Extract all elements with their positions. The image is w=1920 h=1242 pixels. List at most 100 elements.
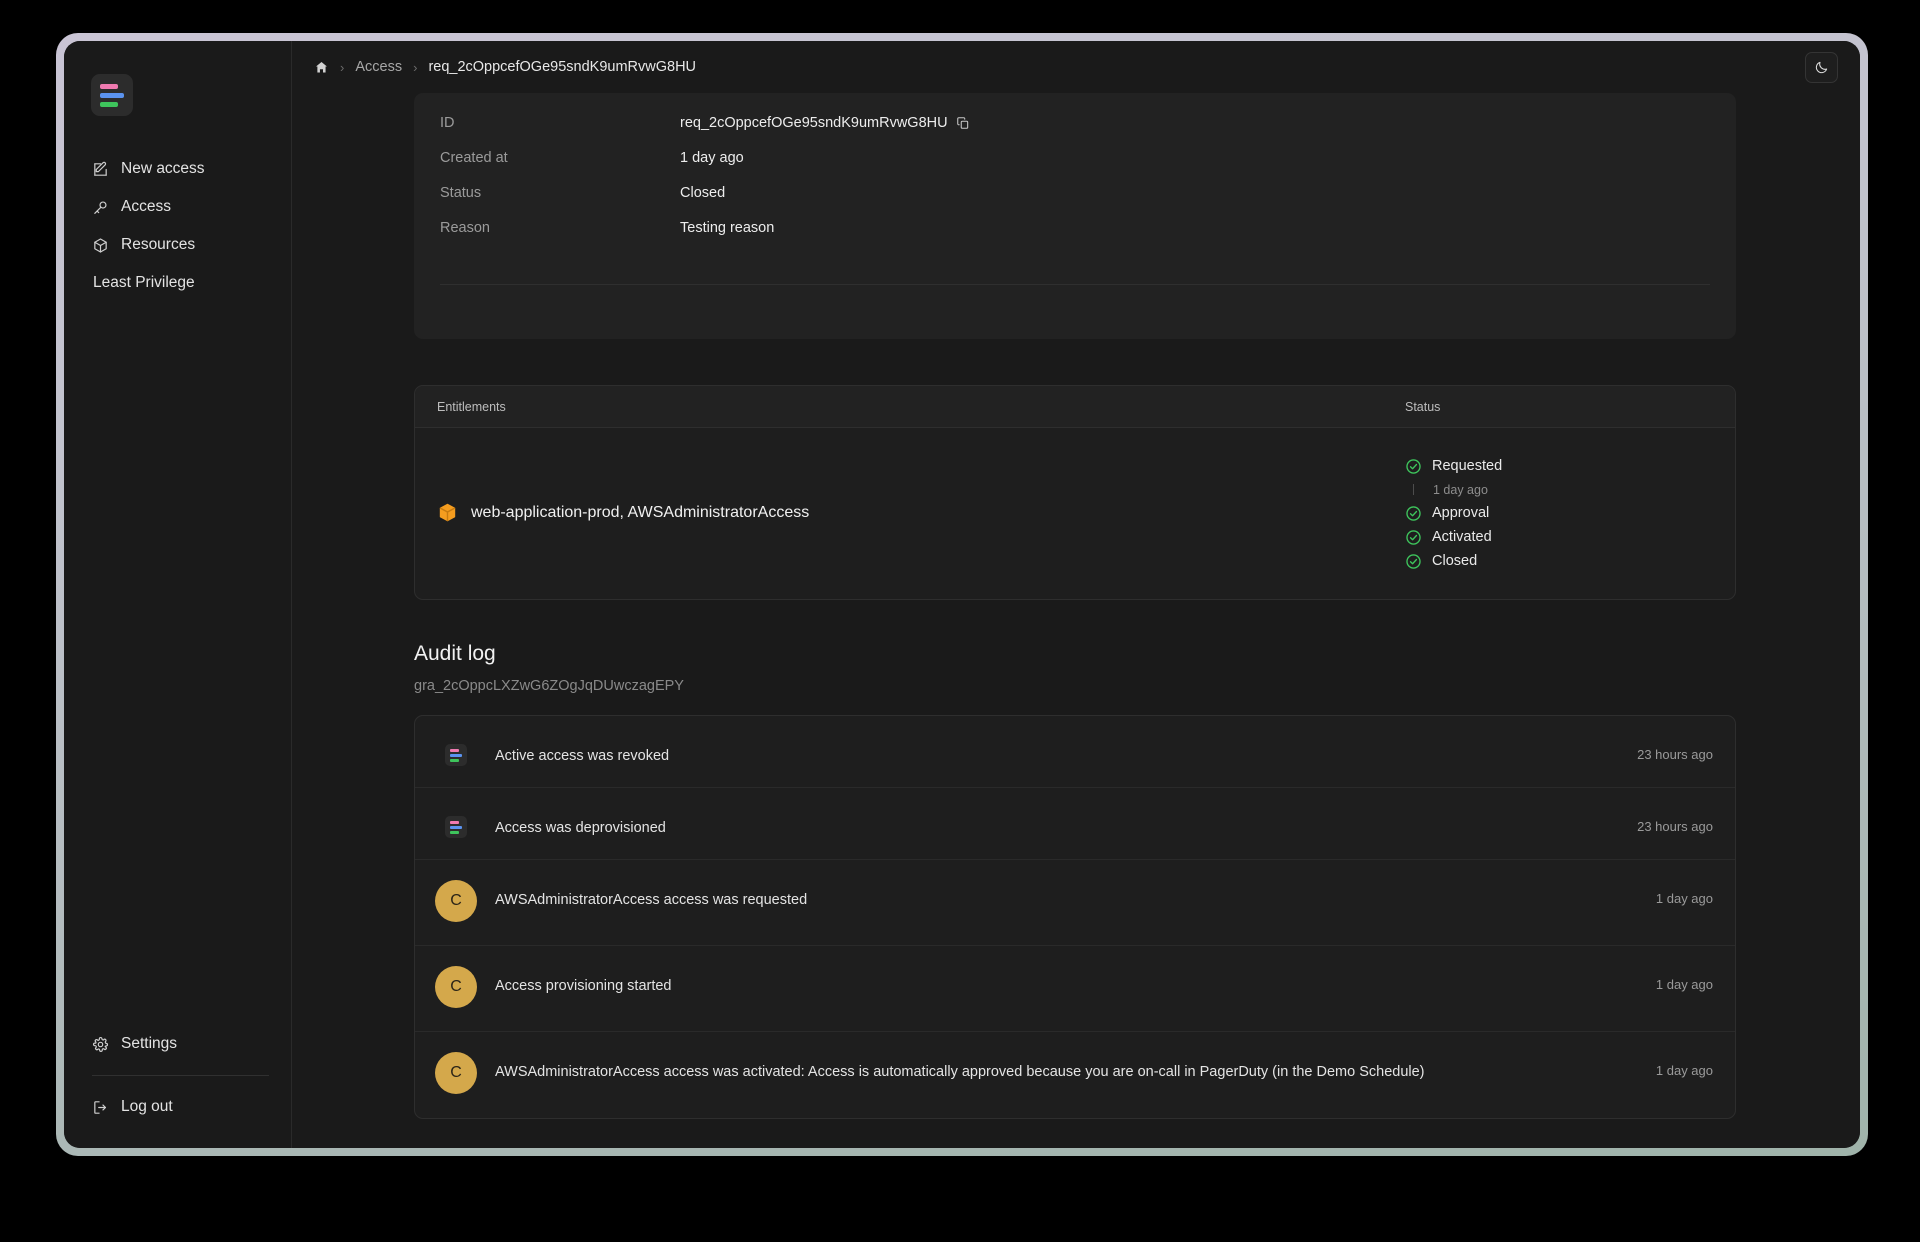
app-window: New access Access: [64, 41, 1860, 1148]
audit-entry-time: 23 hours ago: [1637, 808, 1713, 834]
home-icon[interactable]: [314, 60, 329, 75]
audit-log-list: Active access was revoked 23 hours ago A…: [414, 715, 1736, 1119]
status-label: Closed: [1432, 553, 1477, 569]
status-label: Approval: [1432, 505, 1489, 521]
check-circle-icon: [1405, 458, 1422, 475]
detail-label: Reason: [440, 220, 680, 236]
sidebar-item-label: New access: [121, 160, 205, 178]
connector-line: [1405, 484, 1422, 495]
check-circle-icon: [1405, 505, 1422, 522]
sidebar-bottom-nav: Settings Log out: [64, 1025, 291, 1126]
sidebar-item-label: Settings: [121, 1035, 177, 1053]
scroll-content: ID req_2cOppcefOGe95sndK9umRvwG8HU: [292, 93, 1860, 1148]
entitlement-cell: web-application-prod, AWSAdministratorAc…: [437, 452, 1405, 573]
list-item[interactable]: C AWSAdministratorAccess access was acti…: [415, 1032, 1735, 1118]
audit-log-grant-id: gra_2cOppcLXZwG6ZOgJqDUwczagEPY: [414, 678, 1736, 694]
avatar: C: [435, 880, 477, 922]
sidebar: New access Access: [64, 41, 292, 1148]
sidebar-item-label: Least Privilege: [93, 274, 195, 292]
sidebar-item-resources[interactable]: Resources: [64, 226, 291, 264]
brand-logo-icon: [445, 816, 467, 838]
brand-logo[interactable]: [91, 74, 133, 116]
sidebar-item-label: Resources: [121, 236, 195, 254]
breadcrumb-link-access[interactable]: Access: [355, 59, 402, 75]
detail-row-id: ID req_2cOppcefOGe95sndK9umRvwG8HU: [440, 115, 1710, 150]
column-header-status: Status: [1405, 400, 1713, 414]
table-row: web-application-prod, AWSAdministratorAc…: [415, 428, 1735, 599]
avatar: C: [435, 966, 477, 1008]
status-step-approval: Approval: [1405, 501, 1713, 525]
sidebar-nav: New access Access: [64, 150, 291, 302]
avatar: C: [435, 1052, 477, 1094]
detail-row-status: Status Closed: [440, 185, 1710, 220]
status-label: Requested: [1432, 458, 1502, 474]
breadcrumb-separator: ›: [413, 60, 417, 75]
status-cell: Requested 1 day ago: [1405, 452, 1713, 573]
package-icon: [437, 502, 458, 523]
detail-value: Testing reason: [680, 220, 774, 236]
entitlements-table-header: Entitlements Status: [415, 386, 1735, 428]
list-item[interactable]: C Access provisioning started 1 day ago: [415, 946, 1735, 1032]
sidebar-item-label: Access: [121, 198, 171, 216]
logo-bar-pink: [100, 84, 118, 89]
detail-row-created-at: Created at 1 day ago: [440, 150, 1710, 185]
app-frame: New access Access: [56, 33, 1868, 1156]
sidebar-item-least-privilege[interactable]: Least Privilege: [64, 264, 291, 302]
status-timestamp: 1 day ago: [1432, 483, 1488, 497]
audit-entry-text: AWSAdministratorAccess access was reques…: [495, 880, 1656, 911]
cube-icon: [92, 237, 109, 254]
entitlement-name: web-application-prod, AWSAdministratorAc…: [471, 504, 809, 522]
sidebar-item-settings[interactable]: Settings: [64, 1025, 291, 1063]
breadcrumb-separator: ›: [340, 60, 344, 75]
status-label: Activated: [1432, 529, 1492, 545]
sidebar-spacer: [64, 302, 291, 1025]
logo-bar-blue: [100, 93, 124, 98]
breadcrumb: › Access › req_2cOppcefOGe95sndK9umRvwG8…: [314, 59, 696, 75]
audit-entry-text: Access was deprovisioned: [495, 808, 1637, 839]
check-circle-icon: [1405, 553, 1422, 570]
list-item[interactable]: Access was deprovisioned 23 hours ago: [415, 788, 1735, 860]
sidebar-item-new-access[interactable]: New access: [64, 150, 291, 188]
entitlements-table: Entitlements Status: [414, 385, 1736, 600]
status-step-activated: Activated: [1405, 525, 1713, 549]
detail-label: Created at: [440, 150, 680, 166]
status-step-requested: Requested: [1405, 454, 1713, 478]
status-step-timestamp: 1 day ago: [1405, 478, 1713, 501]
sidebar-item-label: Log out: [121, 1098, 173, 1116]
request-detail-card: ID req_2cOppcefOGe95sndK9umRvwG8HU: [414, 93, 1736, 339]
detail-label: ID: [440, 115, 680, 131]
detail-row-reason: Reason Testing reason: [440, 220, 1710, 255]
logo-bar-green: [100, 102, 118, 107]
column-header-entitlements: Entitlements: [437, 400, 1405, 414]
audit-entry-time: 1 day ago: [1656, 966, 1713, 992]
key-icon: [92, 199, 109, 216]
audit-log-title: Audit log: [414, 642, 1736, 666]
audit-entry-text: Active access was revoked: [495, 736, 1637, 767]
main-content: › Access › req_2cOppcefOGe95sndK9umRvwG8…: [292, 41, 1860, 1148]
copy-icon[interactable]: [956, 116, 970, 130]
logout-icon: [92, 1099, 109, 1116]
detail-value: Closed: [680, 185, 725, 201]
brand-logo-icon: [445, 744, 467, 766]
gear-icon: [92, 1036, 109, 1053]
sidebar-item-access[interactable]: Access: [64, 188, 291, 226]
detail-value-text: req_2cOppcefOGe95sndK9umRvwG8HU: [680, 115, 948, 131]
status-step-closed: Closed: [1405, 549, 1713, 573]
sidebar-item-log-out[interactable]: Log out: [64, 1088, 291, 1126]
detail-value: req_2cOppcefOGe95sndK9umRvwG8HU: [680, 115, 970, 131]
edit-square-icon: [92, 161, 109, 178]
audit-entry-text: Access provisioning started: [495, 966, 1656, 997]
list-item[interactable]: Active access was revoked 23 hours ago: [415, 716, 1735, 788]
detail-card-divider: [440, 284, 1710, 285]
list-item[interactable]: C AWSAdministratorAccess access was requ…: [415, 860, 1735, 946]
detail-value: 1 day ago: [680, 150, 744, 166]
breadcrumb-current: req_2cOppcefOGe95sndK9umRvwG8HU: [428, 59, 696, 75]
audit-entry-time: 23 hours ago: [1637, 736, 1713, 762]
theme-toggle-button[interactable]: [1805, 52, 1838, 83]
audit-entry-text: AWSAdministratorAccess access was activa…: [495, 1052, 1656, 1083]
moon-icon: [1814, 60, 1829, 75]
detail-rows: ID req_2cOppcefOGe95sndK9umRvwG8HU: [440, 115, 1710, 255]
audit-entry-time: 1 day ago: [1656, 1052, 1713, 1078]
detail-label: Status: [440, 185, 680, 201]
topbar: › Access › req_2cOppcefOGe95sndK9umRvwG8…: [292, 41, 1860, 93]
